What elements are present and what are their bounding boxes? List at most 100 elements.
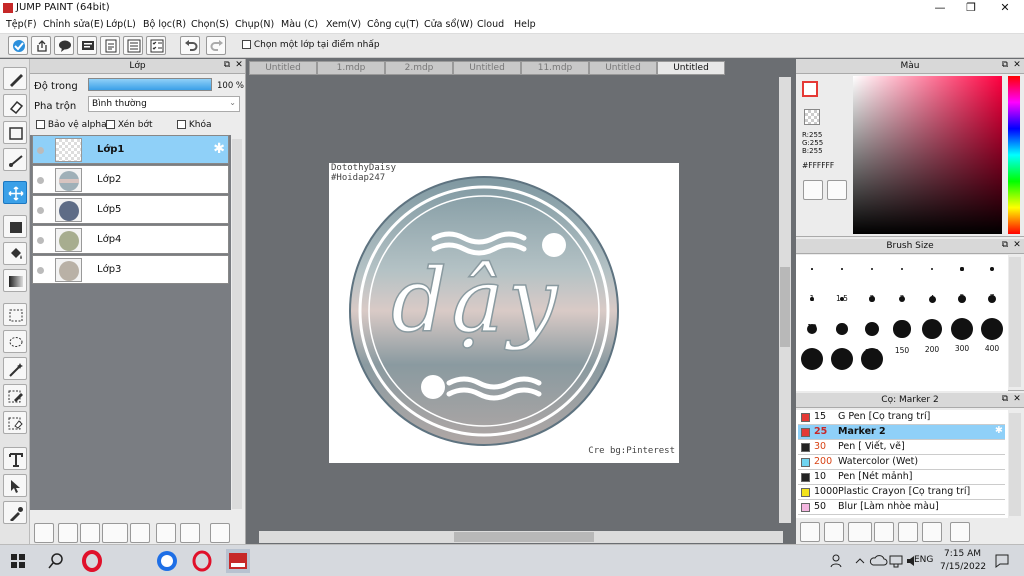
jump-paint-taskbar-icon[interactable] xyxy=(226,549,250,573)
brush-size-scrollbar[interactable] xyxy=(1009,257,1021,387)
gradient-tool-icon[interactable] xyxy=(3,269,27,292)
line-tool-icon[interactable] xyxy=(3,148,27,171)
brush-size-cell[interactable]: 30 xyxy=(948,285,976,330)
brush-row[interactable]: 200 Watercolor (Wet) xyxy=(798,455,1005,470)
comment-icon[interactable] xyxy=(77,36,97,55)
minimize-button[interactable]: — xyxy=(925,0,955,17)
layer-row[interactable]: Lớp5 xyxy=(32,195,229,224)
menu-cloud[interactable]: Cloud xyxy=(477,19,504,30)
protect-alpha-option[interactable]: Bảo vệ alpha xyxy=(36,120,107,130)
redo-icon[interactable] xyxy=(206,36,226,55)
menu-help[interactable]: Help xyxy=(514,19,536,30)
brush-row[interactable]: 50 Blur [Làm nhòe màu] xyxy=(798,500,1005,515)
scrollbar-thumb[interactable] xyxy=(454,532,594,542)
brush-size-cell[interactable] xyxy=(798,345,826,370)
clock-date[interactable]: 7/15/2022 xyxy=(940,562,986,572)
menu-window[interactable]: Cửa sổ(W) xyxy=(424,19,473,30)
brush-size-cell[interactable]: 1.5 xyxy=(828,255,856,303)
brush-size-cell[interactable]: 4 xyxy=(918,255,946,303)
layer-scrollbar[interactable] xyxy=(232,139,242,509)
gear-icon[interactable]: ✱ xyxy=(995,425,1003,436)
trash-icon[interactable] xyxy=(210,523,230,543)
brush-size-cell[interactable]: 200 xyxy=(918,315,946,354)
visibility-icon[interactable] xyxy=(37,267,44,274)
menu-color[interactable]: Màu (C) xyxy=(281,19,318,30)
undock-icon[interactable]: ⧉ xyxy=(1000,395,1010,405)
menu-select[interactable]: Chọn(S) xyxy=(191,19,229,30)
tab-untitled-active[interactable]: Untitled xyxy=(657,61,725,75)
lock-option[interactable]: Khóa xyxy=(177,120,212,130)
lock-checkbox[interactable] xyxy=(177,120,186,129)
canvas-vertical-scrollbar[interactable] xyxy=(779,77,791,523)
rectangle-tool-icon[interactable] xyxy=(3,121,27,144)
visibility-icon[interactable] xyxy=(37,207,44,214)
undock-icon[interactable]: ⧉ xyxy=(1000,241,1010,251)
brush-row[interactable]: 15 G Pen [Cọ trang trí] xyxy=(798,410,1005,425)
duplicate-layer-icon[interactable] xyxy=(80,523,100,543)
panel-close-icon[interactable]: ✕ xyxy=(1012,395,1022,405)
select-eraser-tool-icon[interactable] xyxy=(3,411,27,434)
tab-untitled-2[interactable]: Untitled xyxy=(453,61,521,75)
new-layer-folder-icon[interactable] xyxy=(58,523,78,543)
magic-wand-tool-icon[interactable] xyxy=(3,357,27,380)
copy-brush-icon[interactable] xyxy=(922,522,942,542)
brush-scrollbar[interactable] xyxy=(1009,413,1021,516)
brush-tool-icon[interactable] xyxy=(3,67,27,90)
brush-row[interactable]: 25 Marker 2 ✱ xyxy=(798,425,1005,440)
brush-size-cell[interactable]: 5 xyxy=(948,255,976,302)
panel-close-icon[interactable]: ✕ xyxy=(1012,61,1022,71)
tab-untitled-1[interactable]: Untitled xyxy=(249,61,317,75)
brush-size-cell[interactable] xyxy=(828,345,856,370)
brush-size-cell[interactable]: 7 xyxy=(978,255,1006,302)
lasso-tool-icon[interactable] xyxy=(3,330,27,353)
brush-row[interactable]: 1000 Plastic Crayon [Cọ trang trí] xyxy=(798,485,1005,500)
folder-icon[interactable] xyxy=(130,523,150,543)
brush-size-cell[interactable]: 50 xyxy=(798,315,826,359)
palette-settings-icon[interactable] xyxy=(827,180,847,200)
share-icon[interactable] xyxy=(31,36,51,55)
scrollbar-thumb[interactable] xyxy=(780,267,790,347)
text-tool-icon[interactable] xyxy=(3,447,27,470)
protect-alpha-checkbox[interactable] xyxy=(36,120,45,129)
windows-start-icon[interactable] xyxy=(6,549,30,573)
brush-size-cell[interactable]: 10 xyxy=(798,285,826,332)
move-tool-icon[interactable] xyxy=(3,181,27,204)
visibility-icon[interactable] xyxy=(37,237,44,244)
opacity-slider[interactable] xyxy=(88,78,212,91)
canvas-horizontal-scrollbar[interactable] xyxy=(259,531,783,543)
speech-bubble-icon[interactable] xyxy=(54,36,74,55)
new-brush-icon[interactable] xyxy=(824,522,844,542)
blend-mode-select[interactable]: Bình thường ⌄ xyxy=(88,96,240,112)
bucket-tool-icon[interactable] xyxy=(3,242,27,265)
brush-size-cell[interactable]: 2 xyxy=(858,255,886,303)
layer-row[interactable]: Lớp3 xyxy=(32,255,229,284)
brush-size-cell[interactable]: 20 xyxy=(888,285,916,331)
select-layer-checkbox[interactable] xyxy=(242,40,251,49)
brush-size-cell[interactable]: 400 xyxy=(978,315,1006,353)
tab-untitled-3[interactable]: Untitled xyxy=(589,61,657,75)
close-button[interactable]: ✕ xyxy=(990,0,1020,17)
undo-icon[interactable] xyxy=(180,36,200,55)
artwork-canvas[interactable]: DotothyDaisy #Hoidap247 dậy Cre bg:Pinte… xyxy=(329,163,679,463)
menu-file[interactable]: Tệp(F) xyxy=(6,19,37,30)
panel-close-icon[interactable]: ✕ xyxy=(234,61,244,71)
panel-close-icon[interactable]: ✕ xyxy=(1012,241,1022,251)
layer-row[interactable]: Lớp4 xyxy=(32,225,229,254)
brush-size-cell[interactable]: 300 xyxy=(948,315,976,353)
brush-size-cell[interactable]: 12 xyxy=(828,285,856,332)
operation-tool-icon[interactable] xyxy=(3,474,27,497)
brush-size-cell[interactable]: 15 xyxy=(858,285,886,331)
menu-edit[interactable]: Chỉnh sửa(E) xyxy=(43,19,104,30)
brush-size-cell[interactable]: 40 xyxy=(978,285,1006,330)
brush-icon[interactable] xyxy=(800,522,820,542)
notification-icon[interactable] xyxy=(990,549,1014,573)
color-picker-field[interactable] xyxy=(853,76,1002,234)
brush-size-cell[interactable]: 70 xyxy=(828,315,856,358)
hue-slider[interactable] xyxy=(1008,76,1020,234)
menu-layer[interactable]: Lớp(L) xyxy=(106,19,136,30)
tab-2-mdp[interactable]: 2.mdp xyxy=(385,61,453,75)
check-icon[interactable] xyxy=(8,36,28,55)
checklist-icon[interactable] xyxy=(146,36,166,55)
brush-row[interactable]: 10 Pen [Nét mảnh] xyxy=(798,470,1005,485)
menu-view[interactable]: Xem(V) xyxy=(326,19,361,30)
